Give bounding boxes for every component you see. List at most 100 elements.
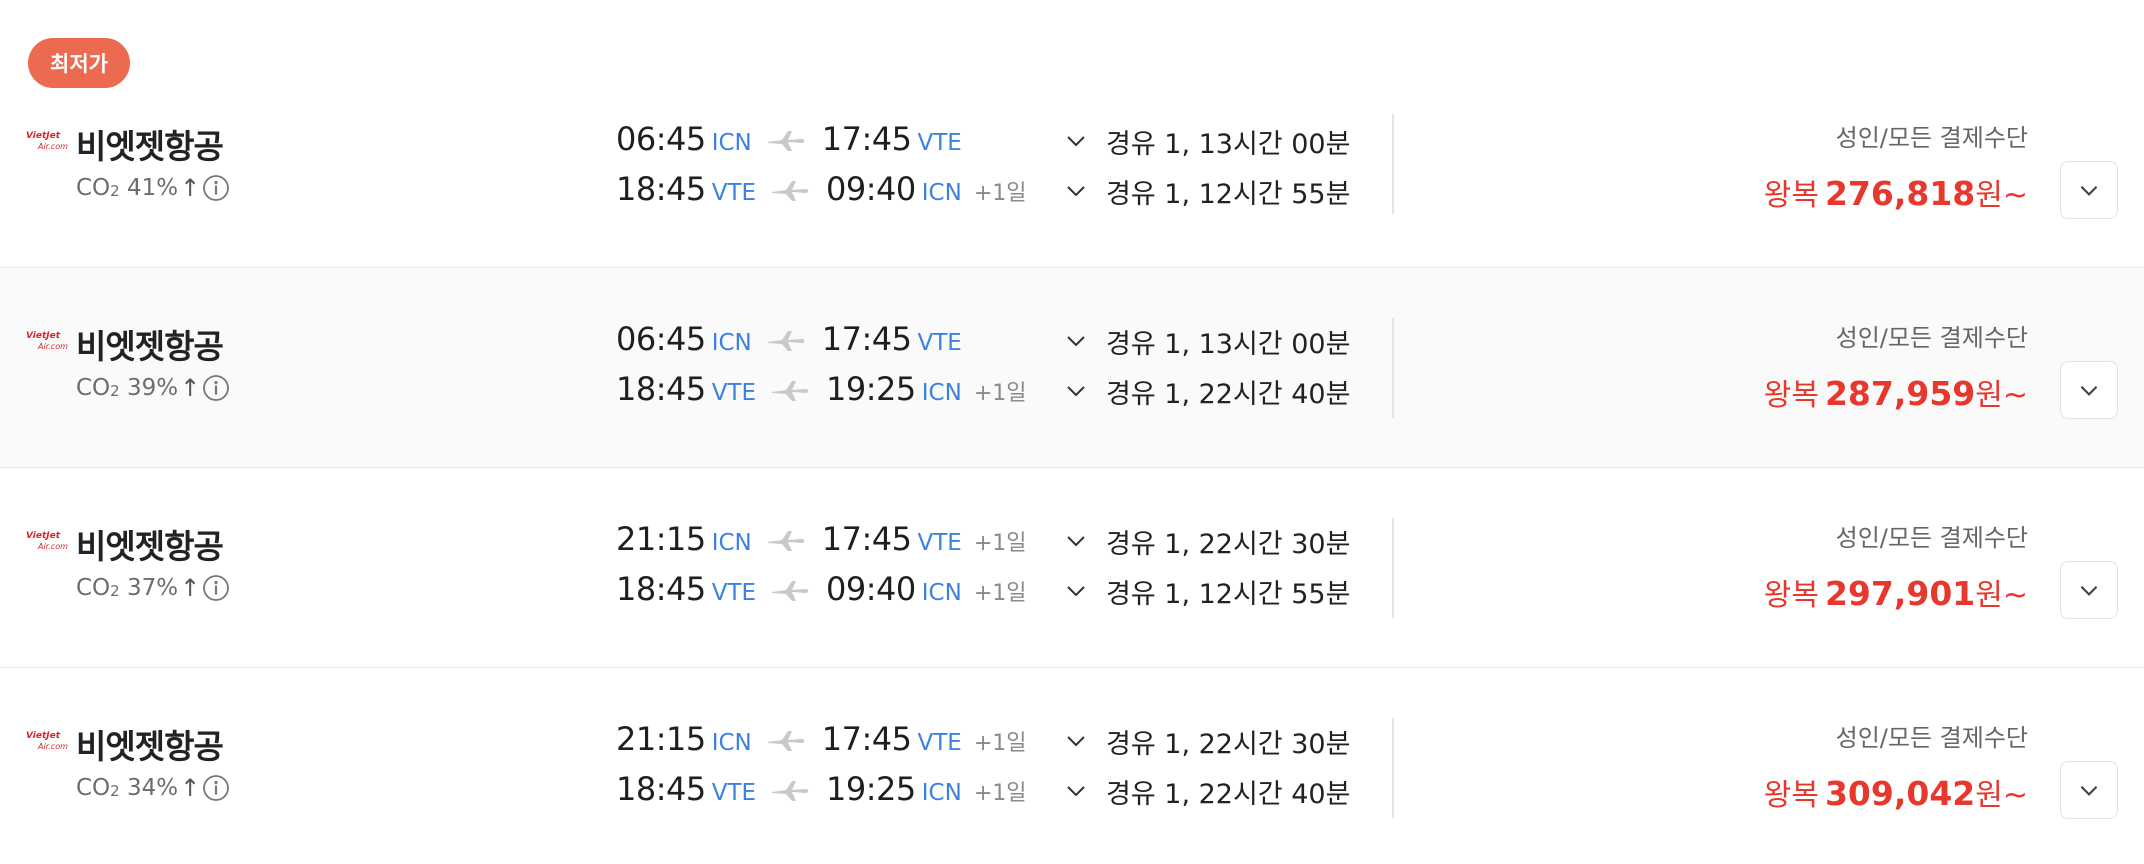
expand-details-button[interactable] — [2060, 761, 2118, 819]
chevron-down-icon — [1067, 186, 1085, 197]
day-offset: +1일 — [973, 531, 1027, 556]
svg-text:Air.com: Air.com — [37, 742, 68, 751]
outbound-stopover-toggle[interactable]: 경유 1, 13시간 00분 — [1064, 120, 1350, 162]
outbound-leg: 06:45 ICN 17:45 VTE — [616, 120, 974, 162]
departure-time: 18:45 — [616, 570, 706, 608]
arrival-time: 09:40 — [826, 170, 916, 208]
airplane-icon — [767, 731, 805, 751]
return-leg: 18:45 VTE 09:40 ICN +1일 — [616, 170, 1027, 212]
price[interactable]: 왕복 297,901원~ — [1764, 570, 2028, 614]
departure-airport: ICN — [711, 330, 752, 356]
departure-time: 06:45 — [616, 320, 706, 358]
divider — [1392, 114, 1394, 214]
co2-percent: 39% — [127, 375, 179, 401]
airplane-icon — [767, 331, 805, 351]
svg-text:VietJet: VietJet — [26, 131, 61, 141]
arrival-airport: ICN — [921, 380, 962, 406]
price[interactable]: 왕복 287,959원~ — [1764, 370, 2028, 414]
airplane-icon — [767, 531, 805, 551]
info-icon[interactable] — [202, 774, 230, 802]
chevron-down-icon — [1067, 136, 1085, 147]
flight-result-row[interactable]: VietJet Air.com 비엣젯항공 CO 2 39% ↑ 06:45 ICN… — [0, 268, 2144, 468]
flight-result-row[interactable]: VietJet Air.com 비엣젯항공 CO 2 34% ↑ 21:15 ICN… — [0, 668, 2144, 864]
co2-subscript: 2 — [110, 182, 120, 200]
airline-name: 비엣젯항공 — [76, 127, 224, 166]
day-offset: +1일 — [973, 381, 1027, 406]
chevron-down-icon — [1067, 536, 1085, 547]
vietjet-logo-icon: VietJet Air.com — [26, 331, 68, 351]
stopover-duration: 경유 1, 13시간 00분 — [1106, 128, 1351, 160]
departure-time: 18:45 — [616, 770, 706, 808]
arrival-airport: VTE — [917, 330, 962, 356]
flight-result-row[interactable]: VietJet Air.com 비엣젯항공 CO 2 41% ↑ 06:45 ICN… — [0, 68, 2144, 268]
chevron-down-icon — [1067, 386, 1085, 397]
co2-label: CO — [76, 575, 111, 601]
arrival-time: 09:40 — [826, 570, 916, 608]
departure-time: 18:45 — [616, 370, 706, 408]
flight-result-row[interactable]: VietJet Air.com 비엣젯항공 CO 2 37% ↑ 21:15 ICN… — [0, 468, 2144, 668]
stopover-duration: 경유 1, 13시간 00분 — [1106, 328, 1351, 360]
airplane-icon — [772, 381, 809, 401]
payment-label: 성인/모든 결제수단 — [1835, 724, 2028, 752]
chevron-down-icon — [2080, 185, 2098, 196]
departure-airport: ICN — [711, 730, 752, 756]
co2-subscript: 2 — [110, 582, 120, 600]
return-stopover-toggle[interactable]: 경유 1, 12시간 55분 — [1064, 570, 1350, 612]
co2-percent: 41% — [127, 175, 179, 201]
stopover-duration: 경유 1, 22시간 30분 — [1106, 728, 1351, 760]
expand-details-button[interactable] — [2060, 361, 2118, 419]
airplane-icon — [772, 781, 809, 801]
arrival-airport: ICN — [921, 180, 962, 206]
stopover-duration: 경유 1, 22시간 30분 — [1106, 528, 1351, 560]
departure-airport: VTE — [711, 180, 757, 206]
outbound-stopover-toggle[interactable]: 경유 1, 13시간 00분 — [1064, 320, 1350, 362]
arrow-up-icon: ↑ — [180, 774, 201, 802]
price-amount: 276,818 — [1824, 174, 1976, 213]
currency-suffix: 원~ — [1975, 178, 2028, 213]
chevron-down-icon — [2080, 585, 2098, 596]
return-stopover-toggle[interactable]: 경유 1, 22시간 40분 — [1064, 770, 1350, 812]
roundtrip-label: 왕복 — [1763, 378, 1819, 413]
price[interactable]: 왕복 276,818원~ — [1764, 170, 2028, 214]
stopover-duration: 경유 1, 22시간 40분 — [1106, 378, 1351, 410]
arrival-time: 19:25 — [826, 770, 916, 808]
price-amount: 309,042 — [1824, 774, 1976, 813]
arrival-airport: VTE — [917, 730, 962, 756]
expand-details-button[interactable] — [2060, 561, 2118, 619]
arrow-up-icon: ↑ — [180, 174, 201, 202]
departure-airport: VTE — [711, 780, 757, 806]
payment-label: 성인/모든 결제수단 — [1835, 324, 2028, 352]
outbound-leg: 21:15 ICN 17:45 VTE +1일 — [616, 520, 1027, 562]
payment-label: 성인/모든 결제수단 — [1835, 124, 2028, 152]
price[interactable]: 왕복 309,042원~ — [1764, 770, 2028, 814]
info-icon[interactable] — [202, 574, 230, 602]
outbound-stopover-toggle[interactable]: 경유 1, 22시간 30분 — [1064, 520, 1350, 562]
info-icon[interactable] — [202, 174, 230, 202]
roundtrip-label: 왕복 — [1763, 578, 1819, 613]
co2-label: CO — [76, 175, 111, 201]
return-stopover-toggle[interactable]: 경유 1, 22시간 40분 — [1064, 370, 1350, 412]
chevron-down-icon — [2080, 785, 2098, 796]
expand-details-button[interactable] — [2060, 161, 2118, 219]
arrival-time: 19:25 — [826, 370, 916, 408]
info-icon[interactable] — [202, 374, 230, 402]
airline-name: 비엣젯항공 — [76, 727, 224, 766]
airplane-icon — [772, 581, 809, 601]
arrow-up-icon: ↑ — [180, 574, 201, 602]
departure-time: 06:45 — [616, 120, 706, 158]
roundtrip-label: 왕복 — [1763, 178, 1819, 213]
airplane-icon — [772, 181, 809, 201]
chevron-down-icon — [1067, 786, 1085, 797]
divider — [1392, 718, 1394, 818]
departure-airport: ICN — [711, 530, 752, 556]
return-leg: 18:45 VTE 09:40 ICN +1일 — [616, 570, 1027, 612]
airline-name: 비엣젯항공 — [76, 527, 224, 566]
co2-percent: 34% — [127, 775, 179, 801]
co2-info: CO 2 37% ↑ — [76, 574, 230, 602]
divider — [1392, 318, 1394, 418]
day-offset: +1일 — [973, 731, 1027, 756]
day-offset: +1일 — [973, 181, 1027, 206]
outbound-stopover-toggle[interactable]: 경유 1, 22시간 30분 — [1064, 720, 1350, 762]
co2-info: CO 2 39% ↑ — [76, 374, 230, 402]
return-stopover-toggle[interactable]: 경유 1, 12시간 55분 — [1064, 170, 1350, 212]
